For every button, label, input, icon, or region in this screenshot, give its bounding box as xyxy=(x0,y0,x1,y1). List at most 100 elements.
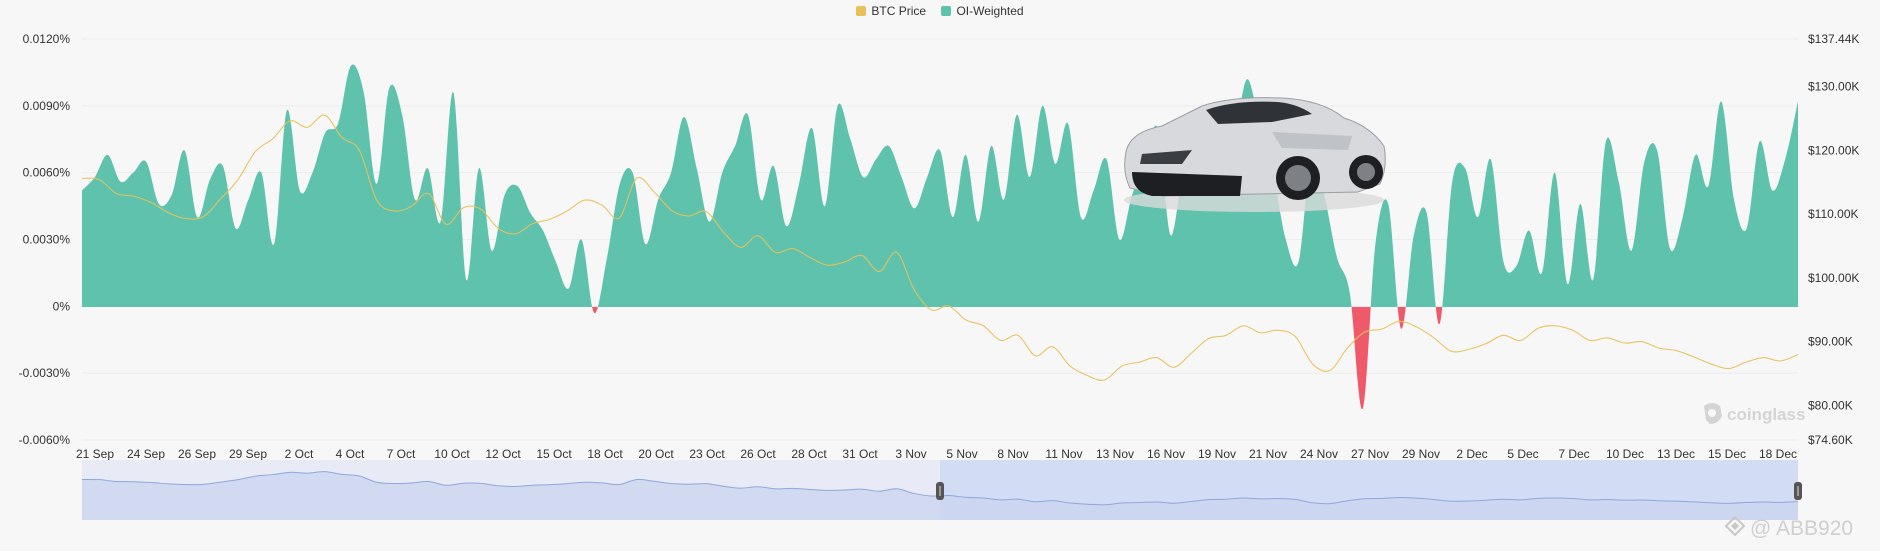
oi-weighted-point xyxy=(580,239,582,241)
oi-weighted-point xyxy=(516,185,518,187)
oi-weighted-point xyxy=(273,243,275,245)
x-axis-tick-label: 7 Dec xyxy=(1558,447,1589,461)
oi-weighted-point xyxy=(1579,203,1581,205)
btc-price-point xyxy=(359,149,361,151)
btc-price-point xyxy=(116,193,118,195)
navigator-right-handle[interactable] xyxy=(1794,482,1802,500)
oi-weighted-point xyxy=(1336,256,1338,258)
left-axis-tick-label: 0.0120% xyxy=(23,32,71,46)
right-axis-tick-label: $120.00K xyxy=(1808,143,1859,157)
btc-price-point xyxy=(237,179,239,181)
right-axis-tick-label: $80.00K xyxy=(1808,399,1853,413)
oi-weighted-point xyxy=(1656,149,1658,151)
oi-weighted-point xyxy=(376,183,378,185)
oi-weighted-point xyxy=(119,181,121,183)
oi-weighted-point xyxy=(811,127,813,129)
oi-weighted-point xyxy=(1451,181,1453,183)
btc-price-point xyxy=(1589,340,1591,342)
coinglass-watermark: coinglass xyxy=(1704,403,1805,424)
btc-price-point xyxy=(965,319,967,321)
btc-price-point xyxy=(1139,361,1141,363)
btc-price-point xyxy=(1676,350,1678,352)
btc-price-point xyxy=(601,204,603,206)
btc-price-point xyxy=(861,255,863,257)
oi-weighted-point xyxy=(696,167,698,169)
oi-weighted-point xyxy=(1784,158,1786,160)
btc-price-point xyxy=(255,151,257,153)
oi-weighted-point xyxy=(1707,185,1709,187)
oi-weighted-point xyxy=(1490,158,1492,160)
oi-weighted-point xyxy=(1413,234,1415,236)
oi-weighted-point xyxy=(1362,408,1364,410)
btc-price-point xyxy=(324,114,326,116)
oi-weighted-point xyxy=(440,221,442,223)
oi-weighted-point xyxy=(401,114,403,116)
left-axis-tick-label: -0.0030% xyxy=(19,366,71,380)
btc-price-point xyxy=(1451,351,1453,353)
range-navigator[interactable] xyxy=(81,460,1802,520)
oi-weighted-point xyxy=(1003,198,1005,200)
oi-weighted-point xyxy=(606,256,608,258)
oi-weighted-point xyxy=(196,216,198,218)
btc-price-point xyxy=(723,231,725,233)
oi-weighted-point xyxy=(1464,167,1466,169)
oi-weighted-point xyxy=(875,158,877,160)
right-axis-tick-label: $90.00K xyxy=(1808,335,1853,349)
oi-weighted-point xyxy=(1733,198,1735,200)
oi-weighted-point xyxy=(785,225,787,227)
oi-weighted-point xyxy=(542,230,544,232)
x-axis-tick-label: 23 Oct xyxy=(689,447,725,461)
oi-weighted-point xyxy=(888,145,890,147)
btc-price-point xyxy=(133,195,135,197)
oi-weighted-point xyxy=(1041,105,1043,107)
btc-price-point xyxy=(1191,352,1193,354)
btc-price-point xyxy=(1277,329,1279,331)
oi-weighted-point xyxy=(760,198,762,200)
x-axis-tick-label: 13 Dec xyxy=(1657,447,1695,461)
oi-weighted-point xyxy=(1771,189,1773,191)
btc-price-point xyxy=(480,208,482,210)
oi-weighted-point xyxy=(708,221,710,223)
right-axis-tick-label: $74.60K xyxy=(1808,433,1853,447)
btc-price-point xyxy=(653,191,655,193)
btc-price-point xyxy=(827,264,829,266)
btc-price-point xyxy=(1035,355,1037,357)
btc-price-point xyxy=(220,198,222,200)
btc-price-point xyxy=(1468,349,1470,351)
right-axis-tick-label: $130.00K xyxy=(1808,79,1859,93)
oi-weighted-point xyxy=(478,167,480,169)
x-axis-tick-label: 16 Nov xyxy=(1147,447,1185,461)
right-axis-tick-label: $100.00K xyxy=(1808,271,1859,285)
btc-price-point xyxy=(879,271,881,273)
oi-weighted-point xyxy=(568,288,570,290)
oi-weighted-point xyxy=(209,178,211,180)
oi-weighted-point xyxy=(1695,154,1697,156)
x-axis-tick-label: 28 Oct xyxy=(791,447,827,461)
x-axis-tick-label: 21 Nov xyxy=(1249,447,1287,461)
oi-weighted-point xyxy=(1566,283,1568,285)
x-axis-tick-label: 26 Oct xyxy=(740,447,776,461)
btc-price-point xyxy=(619,217,621,219)
btc-price-point xyxy=(203,216,205,218)
oi-weighted-point xyxy=(158,203,160,205)
oi-weighted-point xyxy=(1387,203,1389,205)
btc-price-point xyxy=(1537,328,1539,330)
x-axis-tick-label: 13 Nov xyxy=(1096,447,1134,461)
oi-weighted-point xyxy=(1400,328,1402,330)
oi-weighted-point xyxy=(862,176,864,178)
oi-weighted-point xyxy=(798,183,800,185)
oi-weighted-point xyxy=(1298,261,1300,263)
btc-price-point xyxy=(1121,365,1123,367)
oi-weighted-point xyxy=(1080,216,1082,218)
btc-price-point xyxy=(567,210,569,212)
navigator-left-handle[interactable] xyxy=(936,482,944,500)
x-axis-tick-label: 11 Nov xyxy=(1045,447,1082,461)
btc-price-point xyxy=(1347,347,1349,349)
x-axis-tick-label: 31 Oct xyxy=(842,447,878,461)
btc-price-point xyxy=(1000,340,1002,342)
btc-price-point xyxy=(393,210,395,212)
btc-price-point xyxy=(1173,366,1175,368)
oi-weighted-point xyxy=(939,149,941,151)
btc-price-point xyxy=(168,212,170,214)
btc-price-point xyxy=(1017,335,1019,337)
